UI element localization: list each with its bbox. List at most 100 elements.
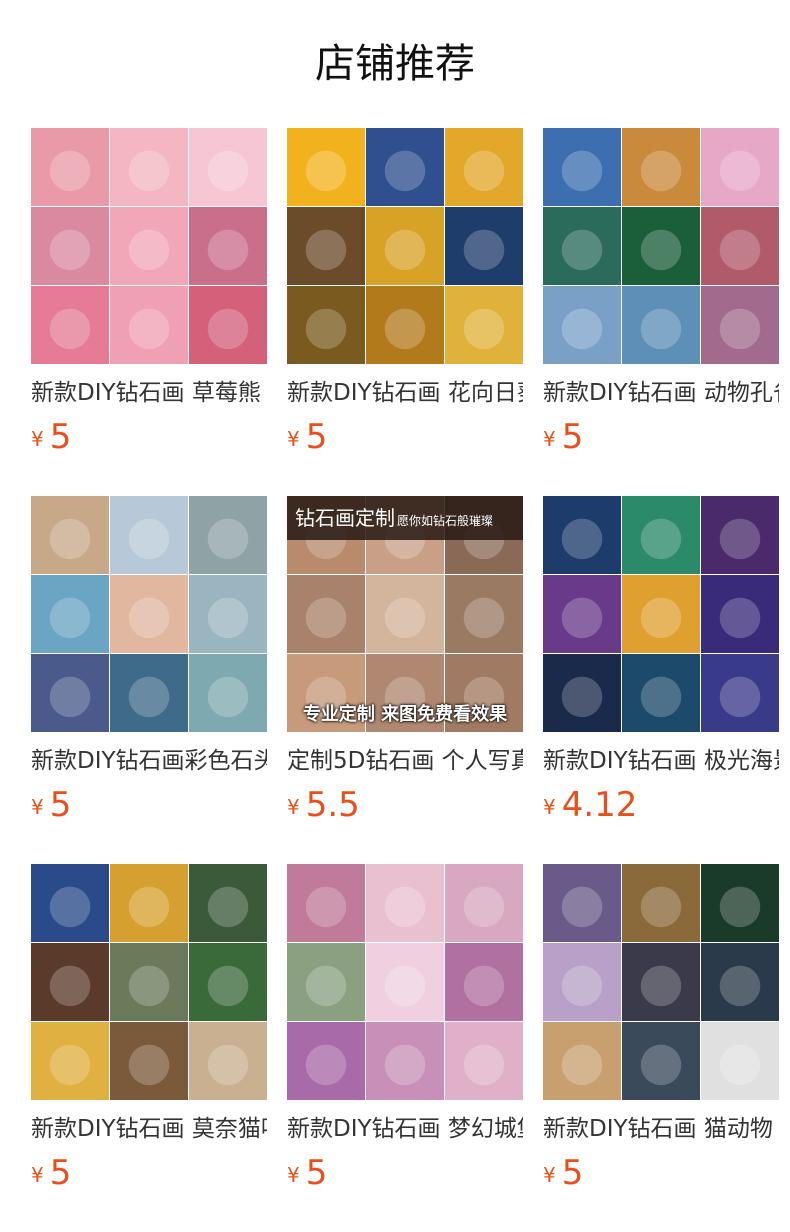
collage-highlight	[128, 150, 170, 192]
price-value: 5	[561, 1153, 584, 1193]
product-image[interactable]	[31, 496, 267, 732]
collage-highlight	[207, 676, 249, 718]
collage-highlight	[463, 150, 505, 192]
price-value: 5	[49, 785, 72, 825]
product-name[interactable]: 新款DIY钻石画 极光海景	[543, 744, 779, 778]
custom-banner-subtitle: 愿你如钻石般璀璨	[397, 514, 494, 528]
currency-symbol: ¥	[543, 795, 556, 819]
product-price: ¥4.12	[543, 783, 637, 827]
product-card[interactable]: 新款DIY钻石画 莫奈猫咪 ¥5	[31, 864, 267, 1204]
collage-highlight	[207, 1044, 249, 1086]
collage-highlight	[640, 1044, 682, 1086]
collage-graphic	[543, 496, 779, 732]
currency-symbol: ¥	[287, 1163, 300, 1187]
collage-highlight	[719, 1044, 761, 1086]
collage-highlight	[463, 597, 505, 639]
product-name[interactable]: 新款DIY钻石画 花向日葵	[287, 376, 523, 410]
currency-symbol: ¥	[543, 427, 556, 451]
collage-highlight	[561, 150, 603, 192]
collage-highlight	[207, 308, 249, 350]
collage-highlight	[384, 229, 426, 271]
product-image[interactable]	[543, 128, 779, 364]
product-image[interactable]	[543, 496, 779, 732]
collage-highlight	[305, 229, 347, 271]
collage-graphic	[287, 128, 523, 364]
collage-highlight	[305, 597, 347, 639]
collage-highlight	[49, 597, 91, 639]
collage-highlight	[128, 676, 170, 718]
product-price: ¥5	[31, 1151, 71, 1195]
product-image[interactable]	[287, 128, 523, 364]
collage-highlight	[561, 886, 603, 928]
product-card[interactable]: 新款DIY钻石画 猫动物 ¥5	[543, 864, 779, 1204]
currency-symbol: ¥	[287, 795, 300, 819]
product-price: ¥5	[287, 415, 327, 459]
collage-highlight	[384, 150, 426, 192]
collage-highlight	[561, 229, 603, 271]
collage-highlight	[305, 1044, 347, 1086]
collage-highlight	[128, 308, 170, 350]
product-image[interactable]	[543, 864, 779, 1100]
custom-banner-top: 钻石画定制 愿你如钻石般璀璨	[287, 496, 523, 540]
collage-graphic	[543, 864, 779, 1100]
product-card[interactable]: 新款DIY钻石画 草莓熊 ¥5	[31, 128, 267, 468]
collage-highlight	[719, 229, 761, 271]
price-value: 5.5	[305, 785, 360, 825]
collage-graphic	[31, 128, 267, 364]
product-name[interactable]: 新款DIY钻石画 动物孔雀	[543, 376, 779, 410]
collage-highlight	[207, 597, 249, 639]
collage-highlight	[128, 518, 170, 560]
product-card[interactable]: 新款DIY钻石画彩色石头 ¥5	[31, 496, 267, 836]
collage-highlight	[640, 150, 682, 192]
collage-highlight	[305, 308, 347, 350]
price-value: 5	[305, 417, 328, 457]
collage-highlight	[49, 1044, 91, 1086]
product-name[interactable]: 新款DIY钻石画 梦幻城堡	[287, 1112, 523, 1146]
collage-highlight	[561, 676, 603, 718]
collage-highlight	[305, 886, 347, 928]
product-name[interactable]: 新款DIY钻石画 猫动物	[543, 1112, 779, 1146]
price-value: 5	[305, 1153, 328, 1193]
product-card[interactable]: 新款DIY钻石画 梦幻城堡 ¥5	[287, 864, 523, 1204]
custom-banner-title: 钻石画定制	[295, 506, 395, 530]
collage-highlight	[384, 597, 426, 639]
product-price: ¥5	[31, 415, 71, 459]
product-card[interactable]: 新款DIY钻石画 花向日葵 ¥5	[287, 128, 523, 468]
collage-highlight	[463, 1044, 505, 1086]
product-name[interactable]: 新款DIY钻石画 莫奈猫咪	[31, 1112, 267, 1146]
collage-highlight	[561, 308, 603, 350]
product-card[interactable]: 新款DIY钻石画 极光海景 ¥4.12	[543, 496, 779, 836]
collage-highlight	[207, 229, 249, 271]
product-card[interactable]: 钻石画定制 愿你如钻石般璀璨 专业定制 来图免费看效果 定制5D钻石画 个人写真 …	[287, 496, 523, 836]
price-value: 5	[561, 417, 584, 457]
collage-highlight	[561, 1044, 603, 1086]
collage-highlight	[305, 150, 347, 192]
collage-highlight	[384, 1044, 426, 1086]
page-title: 店铺推荐	[315, 41, 475, 87]
collage-highlight	[640, 597, 682, 639]
collage-highlight	[719, 308, 761, 350]
collage-highlight	[719, 676, 761, 718]
collage-highlight	[463, 229, 505, 271]
collage-highlight	[719, 150, 761, 192]
product-image[interactable]	[287, 864, 523, 1100]
currency-symbol: ¥	[31, 427, 44, 451]
product-name[interactable]: 新款DIY钻石画 草莓熊	[31, 376, 267, 410]
product-image[interactable]: 钻石画定制 愿你如钻石般璀璨 专业定制 来图免费看效果	[287, 496, 523, 732]
product-price: ¥5	[287, 1151, 327, 1195]
product-name[interactable]: 新款DIY钻石画彩色石头	[31, 744, 267, 778]
collage-highlight	[49, 886, 91, 928]
collage-highlight	[384, 308, 426, 350]
collage-highlight	[305, 965, 347, 1007]
collage-highlight	[128, 886, 170, 928]
collage-highlight	[719, 886, 761, 928]
collage-highlight	[49, 518, 91, 560]
custom-banner-bottom: 专业定制 来图免费看效果	[302, 704, 508, 725]
collage-highlight	[561, 518, 603, 560]
product-name[interactable]: 定制5D钻石画 个人写真	[287, 744, 523, 778]
product-image[interactable]	[31, 864, 267, 1100]
product-image[interactable]	[31, 128, 267, 364]
product-card[interactable]: 新款DIY钻石画 动物孔雀 ¥5	[543, 128, 779, 468]
collage-highlight	[561, 965, 603, 1007]
collage-highlight	[463, 886, 505, 928]
